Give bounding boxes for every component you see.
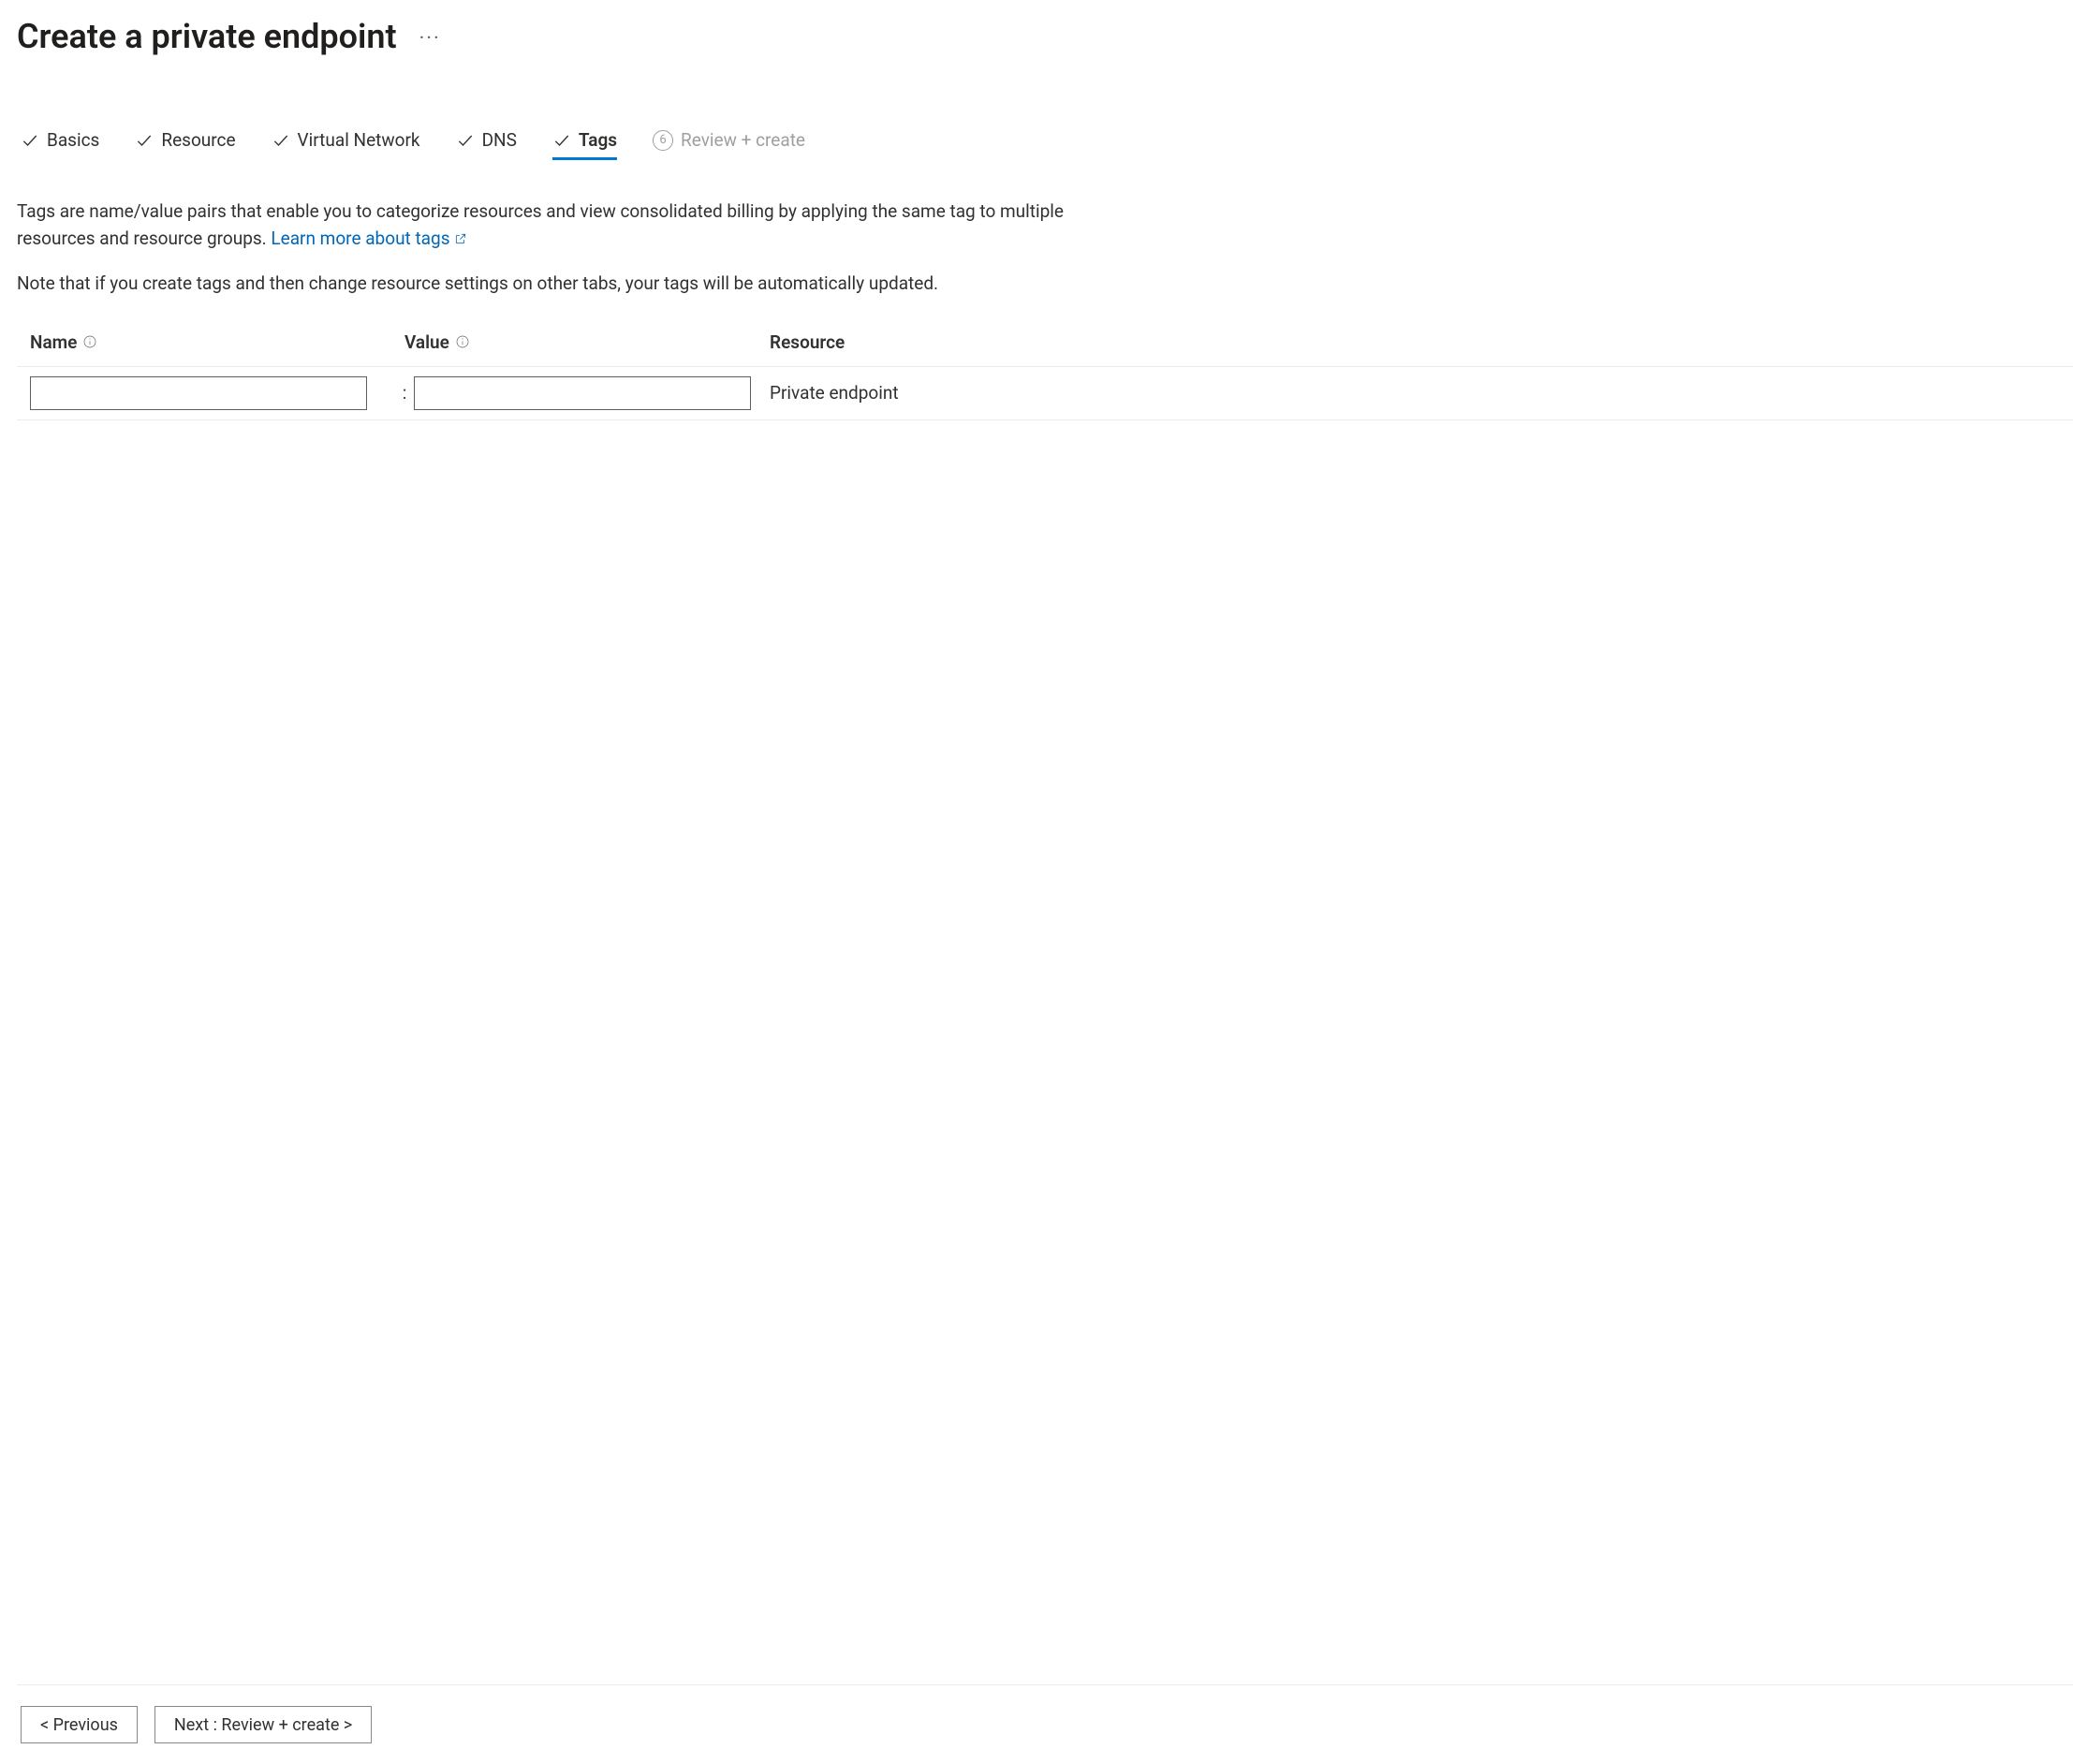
- tab-resource[interactable]: Resource: [135, 129, 235, 158]
- tab-tags[interactable]: Tags: [552, 129, 617, 158]
- next-button[interactable]: Next : Review + create >: [154, 1706, 372, 1743]
- previous-button[interactable]: < Previous: [21, 1706, 138, 1743]
- tab-label: Virtual Network: [298, 129, 420, 151]
- page-title: Create a private endpoint: [17, 17, 397, 56]
- check-icon: [272, 131, 290, 150]
- check-icon: [135, 131, 154, 150]
- info-icon[interactable]: [82, 334, 97, 349]
- check-icon: [552, 131, 571, 150]
- tab-label: Resource: [161, 129, 235, 151]
- check-icon: [456, 131, 475, 150]
- tags-description: Tags are name/value pairs that enable yo…: [17, 198, 1103, 254]
- wizard-tabs: Basics Resource Virtual Network DNS Tags: [17, 129, 2073, 158]
- wizard-footer: < Previous Next : Review + create >: [17, 1684, 2073, 1764]
- tab-label: Tags: [579, 129, 617, 151]
- tag-name-input[interactable]: [30, 376, 367, 410]
- check-icon: [21, 131, 39, 150]
- tags-table: Name Value Resource : P: [17, 331, 2073, 420]
- external-link-icon: [454, 226, 467, 253]
- tags-table-header: Name Value Resource: [17, 331, 2073, 367]
- tag-separator: :: [395, 382, 414, 404]
- tag-value-input[interactable]: [414, 376, 751, 410]
- column-header-value: Value: [404, 331, 449, 353]
- tag-resource-label: Private endpoint: [770, 382, 2073, 404]
- tab-virtual-network[interactable]: Virtual Network: [272, 129, 420, 158]
- tag-row: : Private endpoint: [17, 367, 2073, 420]
- tags-note: Note that if you create tags and then ch…: [17, 272, 1103, 294]
- tab-review-create: 6 Review + create: [653, 129, 805, 158]
- column-header-name: Name: [30, 331, 77, 353]
- learn-more-link[interactable]: Learn more about tags: [271, 228, 466, 249]
- more-options-button[interactable]: ···: [419, 23, 441, 50]
- tab-label: Basics: [47, 129, 99, 151]
- tab-dns[interactable]: DNS: [456, 129, 517, 158]
- info-icon[interactable]: [455, 334, 470, 349]
- tab-label: DNS: [482, 129, 517, 151]
- step-number-icon: 6: [653, 130, 673, 151]
- column-header-resource: Resource: [770, 331, 845, 353]
- tab-basics[interactable]: Basics: [21, 129, 99, 158]
- tab-label: Review + create: [681, 129, 805, 151]
